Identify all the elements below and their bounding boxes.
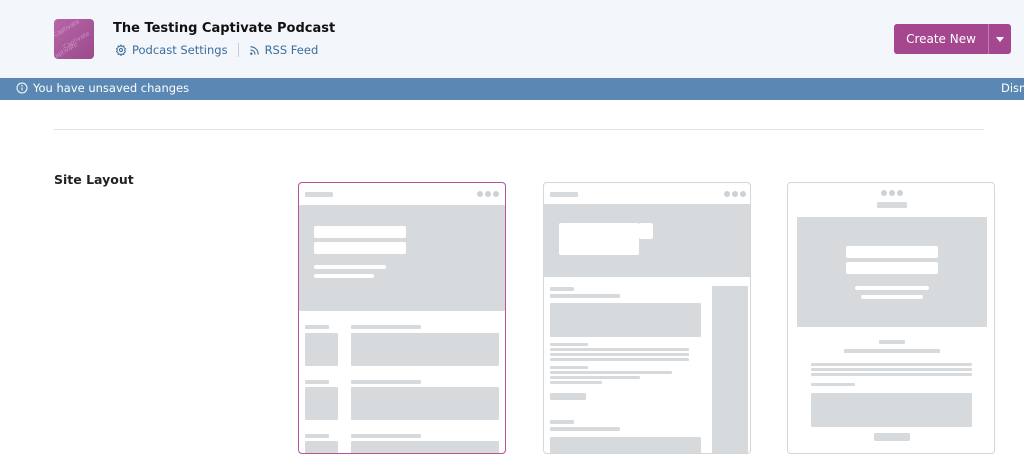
layout-2-text	[550, 366, 588, 369]
layout-3-text	[879, 340, 905, 344]
layout-1-row-label	[351, 325, 421, 329]
info-icon	[16, 82, 28, 94]
layout-3-hero-text	[855, 286, 929, 290]
section-divider	[54, 129, 984, 130]
layout-3-text	[811, 363, 972, 366]
layout-2-text	[550, 376, 640, 379]
layout-1-hero	[299, 205, 505, 311]
layout-2-nav-dot	[740, 191, 746, 197]
layout-2-hero-card-tab	[639, 223, 653, 239]
layout-3-text	[811, 383, 855, 386]
layout-2-text	[550, 371, 672, 374]
gear-icon	[115, 44, 127, 56]
layout-3-hero-title	[846, 246, 938, 258]
layout-1-nav-dot	[477, 191, 483, 197]
rss-icon	[249, 45, 259, 55]
layout-2-text	[550, 348, 689, 351]
create-new-button[interactable]: Create New	[894, 24, 988, 54]
rss-feed-link[interactable]: RSS Feed	[249, 43, 319, 57]
layout-1-hero-text	[314, 265, 386, 269]
layout-option-1[interactable]	[298, 182, 506, 454]
layout-2-text	[550, 358, 689, 361]
layout-3-button	[874, 433, 910, 441]
create-new-dropdown-button[interactable]	[988, 24, 1011, 54]
layout-1-nav-dot	[485, 191, 491, 197]
layout-1-hero-text	[314, 274, 374, 278]
layout-1-row-content	[351, 441, 499, 453]
layout-option-3[interactable]	[787, 182, 995, 454]
layout-1-row-thumb	[305, 387, 338, 420]
layout-2-nav-dot	[732, 191, 738, 197]
layout-3-block	[811, 393, 972, 427]
layout-3-hero-text	[861, 295, 923, 299]
layout-1-hero-title	[314, 242, 406, 254]
layout-1-hero-title	[314, 226, 406, 238]
layout-2-hero-card	[559, 223, 639, 255]
unsaved-message-text: You have unsaved changes	[33, 81, 190, 95]
layout-1-row-thumb	[305, 333, 338, 366]
podcast-header: Captivate Captivate Captivate The Testin…	[0, 0, 1024, 78]
layout-2-block	[550, 303, 701, 337]
layout-1-row-label	[351, 380, 421, 384]
layout-3-text	[811, 373, 972, 376]
layout-2-block	[550, 437, 701, 453]
layout-1-row-label	[305, 325, 329, 329]
layout-1-nav-dot	[493, 191, 499, 197]
layout-1-row-content	[351, 333, 499, 366]
layout-3-hero-title	[846, 262, 938, 274]
layout-3-nav-dot	[881, 190, 887, 196]
dismiss-button[interactable]: Dismiss	[1001, 81, 1024, 95]
layout-3-nav-dot	[897, 190, 903, 196]
layout-1-nav-logo	[305, 192, 333, 197]
podcast-title: The Testing Captivate Podcast	[113, 21, 336, 36]
layout-option-2[interactable]	[543, 182, 751, 454]
unsaved-changes-banner: You have unsaved changes Dismiss	[0, 78, 1024, 100]
layout-2-text	[550, 287, 574, 291]
podcast-settings-label: Podcast Settings	[132, 43, 228, 57]
layout-2-text	[550, 420, 574, 424]
sublink-separator	[237, 43, 239, 57]
caret-down-icon	[996, 36, 1004, 42]
layout-2-text	[550, 381, 602, 384]
podcast-logo[interactable]: Captivate Captivate Captivate	[54, 19, 94, 59]
layout-2-text	[550, 353, 689, 356]
layout-3-nav-dot	[889, 190, 895, 196]
podcast-settings-link[interactable]: Podcast Settings	[115, 43, 228, 57]
layout-3-nav-logo	[877, 202, 907, 208]
layout-1-row-content	[351, 387, 499, 420]
podcast-sublinks: Podcast Settings RSS Feed	[115, 43, 318, 57]
unsaved-message: You have unsaved changes	[16, 81, 189, 95]
layout-1-row-thumb	[305, 441, 338, 453]
layout-2-text	[550, 294, 620, 298]
layout-3-text	[844, 349, 940, 353]
layout-2-text	[550, 343, 588, 346]
layout-3-text	[811, 368, 972, 371]
layout-2-nav-logo	[550, 192, 578, 197]
layout-2-sidebar	[712, 286, 748, 453]
layout-2-button	[550, 393, 586, 400]
layout-2-nav-dot	[724, 191, 730, 197]
layout-1-row-label	[305, 380, 329, 384]
rss-feed-label: RSS Feed	[264, 43, 319, 57]
layout-1-row-label	[351, 434, 421, 438]
layout-2-text	[550, 427, 620, 431]
create-new-button-group: Create New	[894, 24, 1011, 54]
layout-1-row-label	[305, 434, 329, 438]
site-layout-label: Site Layout	[54, 172, 134, 187]
